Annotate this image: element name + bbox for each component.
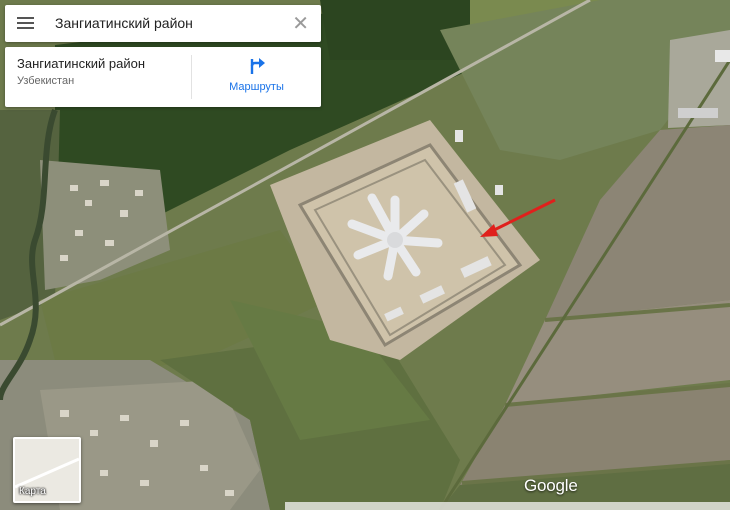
routes-label: Маршруты [229,81,284,93]
google-logo: Google [524,476,578,495]
place-card: Зангиатинский район Узбекистан Маршруты [5,47,321,107]
close-icon[interactable]: ✕ [292,13,309,33]
search-input[interactable]: Зангиатинский район [55,15,193,31]
layer-label: Карта [19,486,46,497]
directions-icon [250,58,265,74]
routes-button[interactable]: Маршруты [192,47,321,107]
search-box[interactable]: Зангиатинский район ✕ [5,5,321,42]
place-title: Зангиатинский район [17,56,146,71]
map-layer-toggle[interactable]: Карта [13,437,81,503]
menu-icon[interactable] [17,15,34,32]
place-subtitle: Узбекистан [17,75,75,87]
attribution-bar [285,502,730,510]
